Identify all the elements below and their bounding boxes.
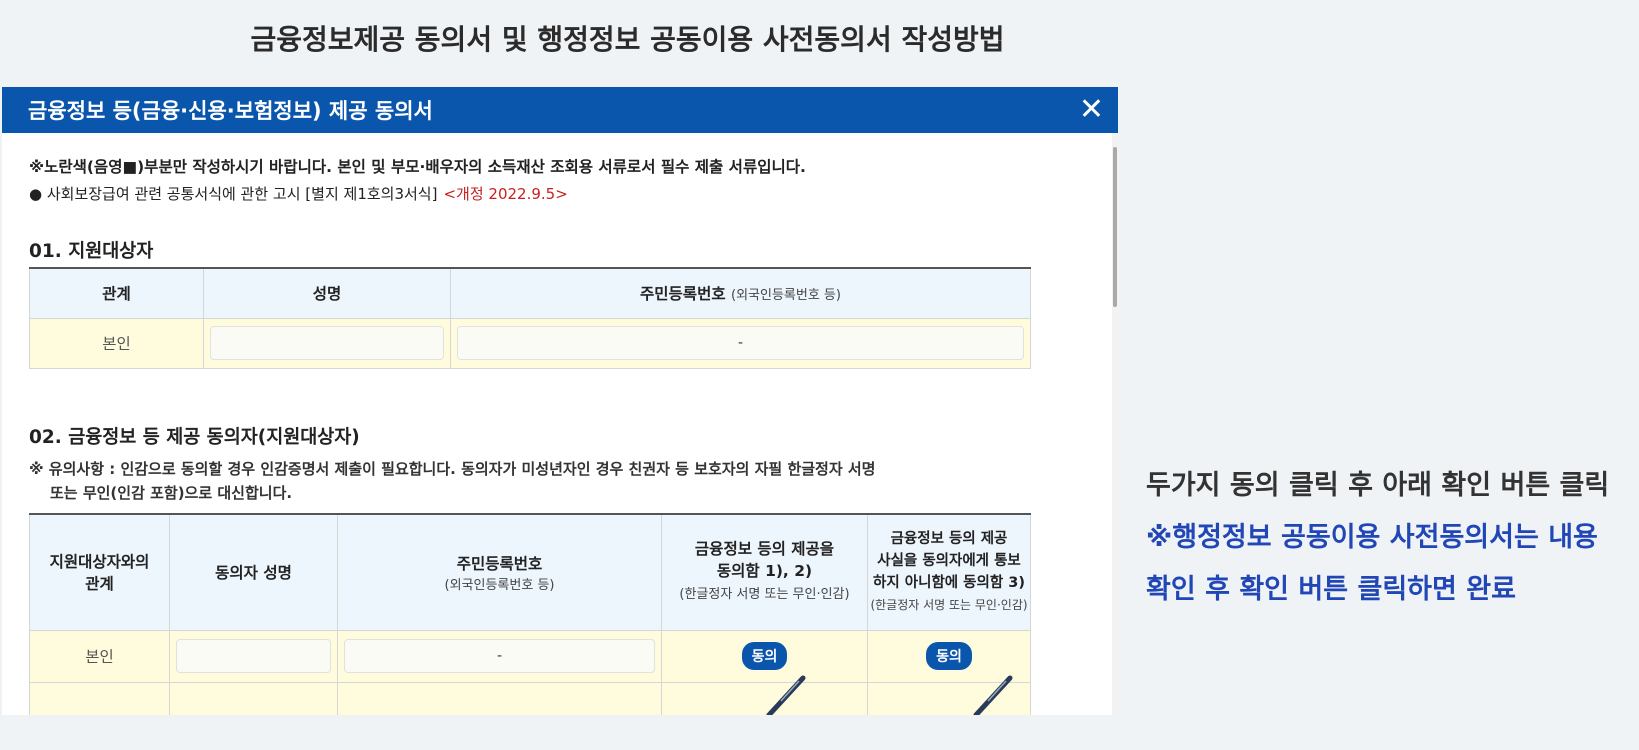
name-input[interactable] [210,326,444,360]
header-rrn-label: 주민등록번호 [640,285,726,304]
section2-title: 02. 금융정보 등 제공 동의자(지원대상자) [29,427,360,448]
header-consenter-name: 동의자 성명 [169,513,338,631]
header-rrn: 주민등록번호 (외국인등록번호 등) [450,267,1031,319]
header-relation-l1: 지원대상자와의 [49,553,150,572]
consent2-l3: 하지 아니함에 동의함 3) [873,575,1025,592]
section1-title: 01. 지원대상자 [29,241,154,262]
table-row [29,681,1031,715]
consenter-name-cell [169,629,338,683]
section2-warning: ※ 유의사항 : 인감으로 동의할 경우 인감증명서 제출이 필요합니다. 동의… [29,457,1069,505]
header-rrn-sub: (외국인등록번호 등) [731,288,841,304]
table-row: 본인 - [29,317,1031,369]
consenter-name-input[interactable] [176,639,331,673]
header-relation-l2: 관계 [85,575,114,594]
consent-table: 지원대상자와의관계 동의자 성명 주민등록번호 (외국인등록번호 등) 금융정보 … [29,513,1031,715]
table-header-row: 관계 성명 주민등록번호 (외국인등록번호 등) [29,267,1031,319]
header-rrn-sub: (외국인등록번호 등) [444,577,555,593]
relation-value: 본인 [29,629,170,683]
header-consent-provide: 금융정보 등의 제공을동의함 1), 2) (한글정자 서명 또는 무인·인감) [661,513,868,631]
header-name: 성명 [203,267,451,319]
warning-line2: 또는 무인(인감 포함)으로 대신합니다. [50,484,293,502]
relation-value: 본인 [29,317,204,369]
instruction-line3: 확인 후 확인 버튼 클릭하면 완료 [1146,574,1516,605]
instruction-line1: 두가지 동의 클릭 후 아래 확인 버튼 클릭 [1146,470,1610,501]
pen-icon [973,675,1013,715]
scrollbar[interactable] [1112,133,1118,715]
agree-button-provide[interactable]: 동의 [741,642,788,670]
notice-form-reference: ● 사회보장급여 관련 공통서식에 관한 고시 [별지 제1호의3서식] <개정 … [29,183,568,204]
header-rrn: 주민등록번호 (외국인등록번호 등) [337,513,662,631]
table-row: 본인 - 동의 동의 [29,629,1031,683]
consent1-sub: (한글정자 서명 또는 무인·인감) [679,587,850,603]
consent2-sub: (한글정자 서명 또는 무인·인감) [870,598,1028,613]
header-rrn-label: 주민등록번호 [456,554,543,573]
modal-title: 금융정보 등(금융·신용·보험정보) 제공 동의서 [28,99,433,123]
consent1-l1: 금융정보 등의 제공을 [694,540,835,559]
modal-header: 금융정보 등(금융·신용·보험정보) 제공 동의서 ✕ [2,87,1118,133]
consent2-l1: 금융정보 등의 제공 [890,531,1008,548]
rrn-cell: - [337,629,662,683]
instruction-text: 두가지 동의 클릭 후 아래 확인 버튼 클릭 ※행정정보 공동이용 사전동의서… [1146,460,1626,616]
consent-modal: 금융정보 등(금융·신용·보험정보) 제공 동의서 ✕ ※노란색(음영■)부분만… [2,87,1118,715]
modal-body: ※노란색(음영■)부분만 작성하시기 바랍니다. 본인 및 부모·배우자의 소득… [29,133,1084,715]
close-icon[interactable]: ✕ [1079,95,1104,125]
consent1-l2: 동의함 1), 2) [716,562,813,581]
table-header-row: 지원대상자와의관계 동의자 성명 주민등록번호 (외국인등록번호 등) 금융정보 … [29,513,1031,631]
header-relation: 관계 [29,267,204,319]
name-cell [203,317,451,369]
page-heading: 금융정보제공 동의서 및 행정정보 공동이용 사전동의서 작성방법 [250,23,1005,56]
rrn-cell: - [450,317,1031,369]
notice-form-text: ● 사회보장급여 관련 공통서식에 관한 고시 [별지 제1호의3서식] [29,185,438,203]
warning-line1: ※ 유의사항 : 인감으로 동의할 경우 인감증명서 제출이 필요합니다. 동의… [29,460,876,478]
instruction-line2: ※행정정보 공동이용 사전동의서는 내용 [1146,522,1598,553]
notice-yellow-fields: ※노란색(음영■)부분만 작성하시기 바랍니다. 본인 및 부모·배우자의 소득… [29,158,806,176]
header-consent-no-notify: 금융정보 등의 제공사실을 동의자에게 통보하지 아니함에 동의함 3) (한글정… [867,513,1031,631]
notice-revision: <개정 2022.9.5> [443,185,568,203]
consenter-rrn-input[interactable]: - [344,639,655,673]
header-relation: 지원대상자와의관계 [29,513,170,631]
applicant-table: 관계 성명 주민등록번호 (외국인등록번호 등) 본인 - [29,267,1031,369]
pen-icon [766,675,806,715]
agree-button-no-notify[interactable]: 동의 [926,642,972,670]
scroll-thumb[interactable] [1113,147,1117,307]
rrn-input[interactable]: - [457,326,1024,360]
consent2-l2: 사실을 동의자에게 통보 [877,553,1021,570]
